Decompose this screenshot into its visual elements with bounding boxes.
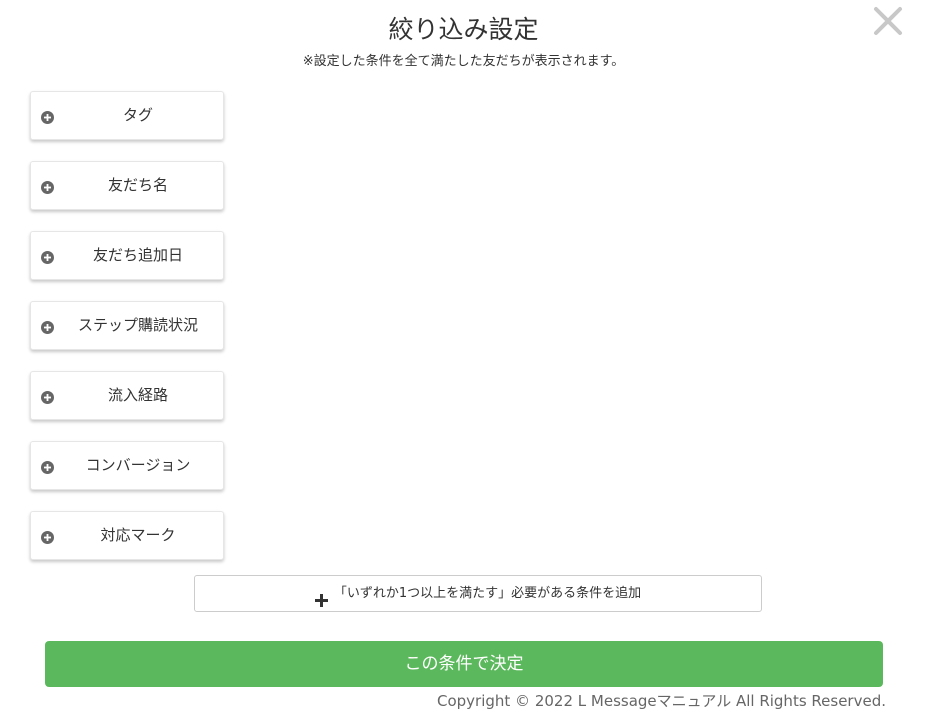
apply-conditions-button[interactable]: この条件で決定 bbox=[45, 641, 883, 687]
filter-label: 流入経路 bbox=[107, 386, 168, 404]
filter-label: 対応マーク bbox=[100, 526, 176, 544]
modal-subtitle: ※設定した条件を全て満たした友だちが表示されます。 bbox=[302, 54, 625, 69]
plus-circle-icon bbox=[41, 109, 54, 124]
filter-label: タグ bbox=[122, 106, 153, 124]
plus-circle-icon bbox=[41, 389, 54, 404]
filter-conversion-button[interactable]: コンバージョン bbox=[30, 441, 224, 490]
close-icon[interactable] bbox=[872, 5, 904, 37]
filter-label: ステップ購読状況 bbox=[77, 316, 198, 334]
filter-label: 友だち追加日 bbox=[92, 246, 183, 264]
filter-step-subscription-button[interactable]: ステップ購読状況 bbox=[30, 301, 224, 350]
filter-tag-button[interactable]: タグ bbox=[30, 91, 224, 140]
filter-inflow-route-button[interactable]: 流入経路 bbox=[30, 371, 224, 420]
copyright-text: Copyright © 2022 L Messageマニュアル All Righ… bbox=[437, 692, 886, 710]
modal-title: 絞り込み設定 bbox=[388, 15, 539, 44]
plus-circle-icon bbox=[41, 529, 54, 544]
add-or-condition-label: 「いずれか1つ以上を満たす」必要がある条件を追加 bbox=[333, 586, 642, 601]
add-or-condition-button[interactable]: 「いずれか1つ以上を満たす」必要がある条件を追加 bbox=[194, 575, 762, 612]
filter-settings-modal: 絞り込み設定 ※設定した条件を全て満たした友だちが表示されます。 タグ 友だち名… bbox=[0, 0, 927, 717]
filter-friend-added-date-button[interactable]: 友だち追加日 bbox=[30, 231, 224, 280]
plus-circle-icon bbox=[41, 459, 54, 474]
filter-response-mark-button[interactable]: 対応マーク bbox=[30, 511, 224, 560]
filter-list: タグ 友だち名 友だち追加日 ステップ購読状況 流入経路 コンバージョン 対応マ… bbox=[30, 91, 226, 581]
plus-icon bbox=[314, 586, 328, 607]
filter-label: コンバージョン bbox=[85, 456, 191, 474]
plus-circle-icon bbox=[41, 249, 54, 264]
filter-friend-name-button[interactable]: 友だち名 bbox=[30, 161, 224, 210]
filter-label: 友だち名 bbox=[107, 176, 168, 194]
plus-circle-icon bbox=[41, 319, 54, 334]
plus-circle-icon bbox=[41, 179, 54, 194]
